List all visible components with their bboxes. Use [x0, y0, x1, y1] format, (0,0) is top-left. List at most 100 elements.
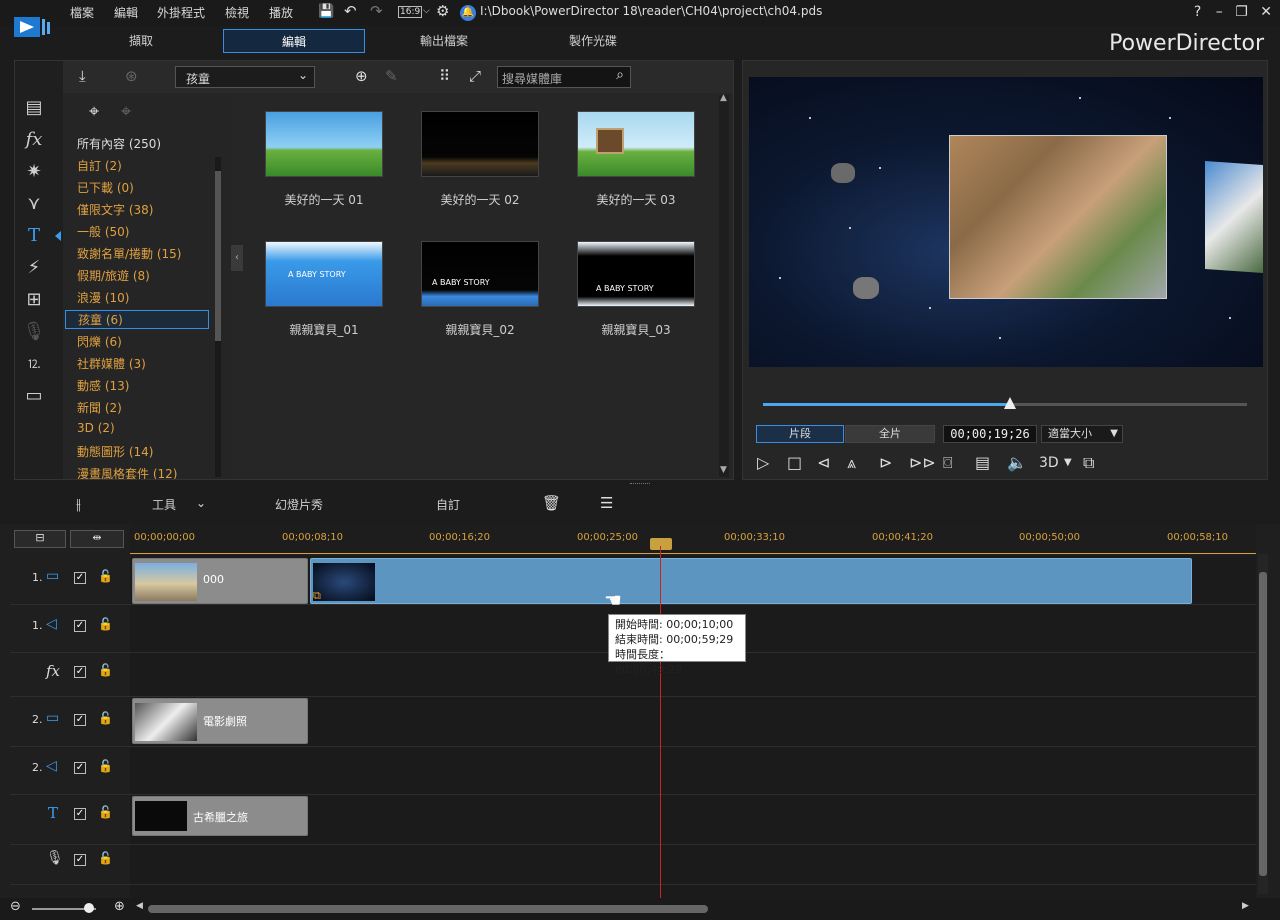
media-room-icon[interactable]: ▤	[21, 97, 47, 119]
movie-mode-button[interactable]: 全片	[845, 425, 935, 443]
track-enable-checkbox[interactable]: ✓	[74, 666, 86, 678]
category-item[interactable]: 假期/旅遊 (8)	[77, 267, 150, 284]
zoom-slider-handle[interactable]	[84, 903, 94, 913]
video-clip[interactable]: 電影劇照	[132, 698, 308, 744]
split-clip-icon[interactable]: ⫲	[76, 495, 81, 513]
track-manager-button[interactable]: ⊟	[14, 530, 66, 548]
category-item[interactable]: 動態圖形 (14)	[77, 443, 153, 460]
chevron-down-icon[interactable]: ⌄	[196, 496, 206, 510]
scroll-down-icon[interactable]: ▼	[720, 465, 727, 475]
title-room-icon[interactable]: T	[21, 225, 47, 247]
stop-icon[interactable]: □	[787, 453, 802, 472]
panel-splitter[interactable]	[630, 483, 650, 486]
zoom-out-icon[interactable]: ⊖	[10, 899, 21, 914]
track-enable-checkbox[interactable]: ✓	[74, 620, 86, 632]
media-thumbnail[interactable]	[265, 111, 383, 177]
fx-room-icon[interactable]: fx	[21, 129, 47, 151]
category-item[interactable]: 新聞 (2)	[77, 399, 122, 416]
timeline-vertical-scrollbar[interactable]	[1258, 554, 1268, 894]
tools-menu[interactable]: 工具	[152, 496, 176, 513]
scrollbar-thumb[interactable]	[215, 171, 221, 341]
time-ruler[interactable]: 00;00;00;00 00;00;08;10 00;00;16;20 00;0…	[130, 524, 1256, 554]
grid-view-icon[interactable]: ⠿	[439, 67, 450, 85]
add-tag-icon[interactable]: ⌖	[89, 101, 99, 122]
chevron-down-icon[interactable]: ⌵	[423, 6, 430, 16]
media-thumbnail[interactable]: A BABY STORY	[421, 241, 539, 307]
category-item[interactable]: 所有內容 (250)	[77, 135, 161, 152]
preview-screen[interactable]	[749, 77, 1263, 367]
track-enable-checkbox[interactable]: ✓	[74, 854, 86, 866]
fast-forward-icon[interactable]: ⊳⊳	[909, 453, 936, 472]
lock-icon[interactable]: 🔓	[98, 569, 113, 583]
lock-icon[interactable]: 🔓	[98, 805, 113, 819]
preview-scrubber-track[interactable]	[763, 397, 1247, 409]
category-item[interactable]: 漫畫風格套件 (12)	[77, 465, 177, 479]
menu-play[interactable]: 播放	[269, 4, 293, 21]
media-thumbnail[interactable]	[421, 111, 539, 177]
voiceover-room-icon[interactable]: 🎙	[21, 321, 47, 343]
menu-edit[interactable]: 編輯	[114, 4, 138, 21]
preview-scrubber-handle[interactable]	[1003, 397, 1016, 409]
category-item-selected[interactable]: 孩童 (6)	[65, 310, 209, 329]
particle-room-icon[interactable]: ⋎	[21, 193, 47, 215]
zoom-select[interactable]: 適當大小 ▼	[1041, 425, 1123, 443]
category-scrollbar[interactable]	[215, 157, 221, 477]
fit-timeline-button[interactable]: ⇹	[70, 530, 124, 548]
lock-icon[interactable]: 🔓	[98, 851, 113, 865]
previous-frame-icon[interactable]: ⊲	[817, 453, 830, 472]
media-thumbnail[interactable]	[577, 111, 695, 177]
help-button[interactable]: ?	[1194, 4, 1201, 20]
scroll-left-icon[interactable]: ◀	[136, 901, 143, 911]
tab-create-disc[interactable]: 製作光碟	[522, 29, 664, 53]
track-enable-checkbox[interactable]: ✓	[74, 714, 86, 726]
category-item[interactable]: 閃爍 (6)	[77, 333, 122, 350]
undo-icon[interactable]: ↶	[344, 2, 357, 20]
add-title-icon[interactable]: ⊕	[355, 67, 368, 85]
download-content-icon[interactable]: ⊛	[125, 67, 138, 85]
modify-title-icon[interactable]: ✎	[385, 67, 398, 85]
3d-mode-button[interactable]: 3D	[1039, 455, 1059, 471]
playhead-marker[interactable]	[650, 538, 672, 550]
media-thumbnail[interactable]: A BABY STORY	[577, 241, 695, 307]
category-item[interactable]: 3D (2)	[77, 421, 115, 435]
category-item[interactable]: 社群媒體 (3)	[77, 355, 146, 372]
subtitle-room-icon[interactable]: ▭	[21, 385, 47, 407]
pip-room-icon[interactable]: ✷	[21, 161, 47, 183]
clip-mode-button[interactable]: 片段	[756, 425, 844, 443]
scrollbar-thumb[interactable]	[1259, 572, 1267, 876]
video-clip[interactable]: 000	[132, 558, 308, 604]
category-item[interactable]: 僅限文字 (38)	[77, 201, 153, 218]
expand-view-icon[interactable]: ⤢	[469, 67, 481, 85]
chapter-room-icon[interactable]: ⒓	[21, 353, 47, 375]
media-scrollbar[interactable]: ▲ ▼	[719, 93, 729, 477]
tab-produce[interactable]: 輸出檔案	[373, 29, 515, 53]
category-item[interactable]: 已下載 (0)	[77, 179, 134, 196]
track-enable-checkbox[interactable]: ✓	[74, 572, 86, 584]
chevron-down-icon[interactable]: ▼	[1064, 457, 1072, 468]
transition-room-icon[interactable]: ⚡	[21, 257, 47, 279]
scroll-right-icon[interactable]: ▶	[1242, 901, 1249, 911]
track-enable-checkbox[interactable]: ✓	[74, 808, 86, 820]
search-library-field[interactable]: 搜尋媒體庫 ⌕	[497, 66, 631, 88]
save-icon[interactable]: 💾	[318, 4, 334, 19]
camera-icon[interactable]: ⌼	[943, 453, 953, 473]
volume-icon[interactable]: 🔈	[1007, 453, 1027, 472]
zoom-in-icon[interactable]: ⊕	[114, 899, 125, 914]
menu-view[interactable]: 檢視	[225, 4, 249, 21]
tab-edit[interactable]: 編輯	[223, 29, 365, 53]
category-item[interactable]: 自訂 (2)	[77, 157, 122, 174]
undock-window-icon[interactable]: ⧉	[1083, 453, 1094, 473]
close-button[interactable]: ✕	[1260, 4, 1272, 20]
remove-tag-icon[interactable]: ⌖	[121, 101, 131, 122]
edit-list-icon[interactable]: ☰	[600, 494, 613, 512]
scroll-up-icon[interactable]: ▲	[720, 93, 727, 103]
menu-file[interactable]: 檔案	[70, 4, 94, 21]
category-item[interactable]: 一般 (50)	[77, 223, 129, 240]
audio-mixing-room-icon[interactable]: ⊞	[21, 289, 47, 311]
zoom-slider[interactable]	[32, 903, 96, 913]
delete-icon[interactable]: 🗑	[542, 494, 561, 512]
lock-icon[interactable]: 🔓	[98, 663, 113, 677]
collapse-panel-button[interactable]: ‹	[231, 245, 243, 271]
timecode-display[interactable]: 00;00;19;26	[943, 425, 1037, 443]
restore-button[interactable]: ❐	[1235, 4, 1248, 20]
